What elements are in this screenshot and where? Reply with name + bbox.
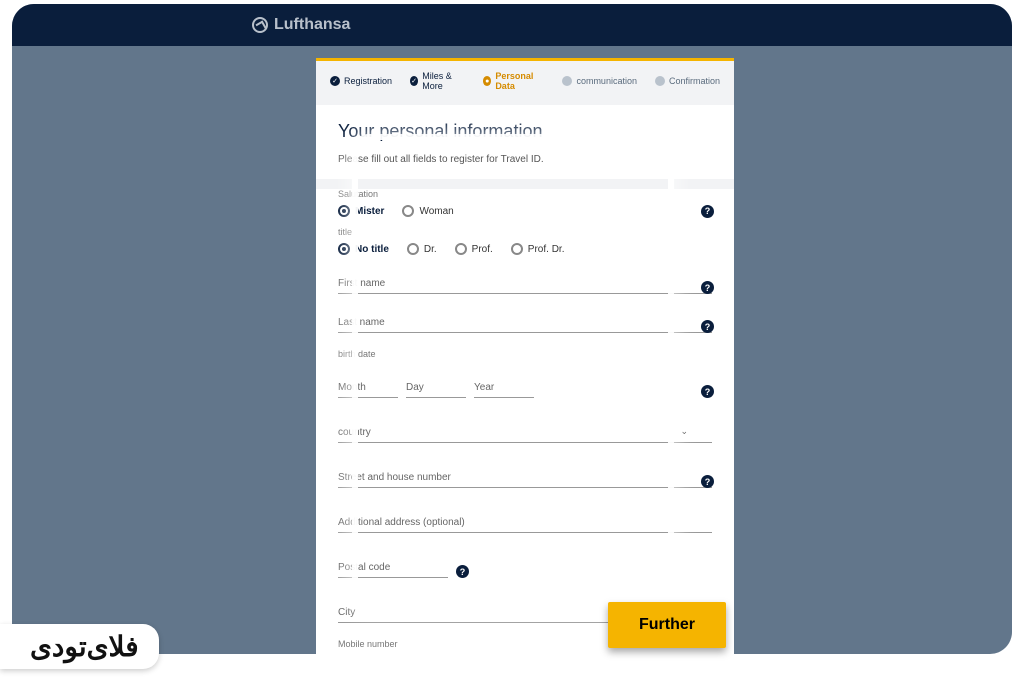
check-icon: ✓ <box>330 76 340 86</box>
dot-icon <box>655 76 665 86</box>
birth-date-label: birth date <box>338 349 712 359</box>
radio-icon <box>407 243 419 255</box>
salutation-radios: Mister Woman ? <box>338 205 712 217</box>
check-icon: ✓ <box>410 76 418 86</box>
month-input[interactable] <box>338 378 398 398</box>
step-communication: communication <box>562 71 637 91</box>
step-miles[interactable]: ✓Miles & More <box>410 71 465 91</box>
radio-icon <box>455 243 467 255</box>
day-input[interactable] <box>406 378 466 398</box>
help-icon[interactable]: ? <box>701 205 714 218</box>
radio-icon <box>338 205 350 217</box>
radio-prof[interactable]: Prof. <box>455 243 493 255</box>
stepper: ✓Registration ✓Miles & More ●Personal Da… <box>316 61 734 99</box>
step-registration[interactable]: ✓Registration <box>330 71 392 91</box>
salutation-label: Salutation <box>338 189 712 199</box>
help-icon[interactable]: ? <box>456 565 469 578</box>
form-area: Salutation Mister Woman ? title No title… <box>316 189 734 654</box>
chevron-down-icon: ⌄ <box>680 426 688 437</box>
street-input[interactable] <box>338 468 712 488</box>
radio-mister[interactable]: Mister <box>338 205 384 217</box>
further-button[interactable]: Further <box>608 602 726 648</box>
dot-icon <box>562 76 572 86</box>
brand-logo-icon <box>252 17 268 33</box>
radio-no-title[interactable]: No title <box>338 243 389 255</box>
radio-icon <box>511 243 523 255</box>
addr2-input[interactable] <box>338 513 712 533</box>
title-radios: No title Dr. Prof. Prof. Dr. <box>338 243 712 255</box>
country-select[interactable] <box>338 423 712 443</box>
brand: Lufthansa <box>252 16 350 34</box>
radio-icon <box>338 243 350 255</box>
radio-prof-dr[interactable]: Prof. Dr. <box>511 243 565 255</box>
radio-icon <box>402 205 414 217</box>
first-name-input[interactable] <box>338 274 712 294</box>
help-icon[interactable]: ? <box>701 385 714 398</box>
help-icon[interactable]: ? <box>701 281 714 294</box>
form-panel: ✓Registration ✓Miles & More ●Personal Da… <box>316 58 734 654</box>
radio-dr[interactable]: Dr. <box>407 243 437 255</box>
page-title: Your personal information <box>316 105 734 148</box>
title-label: title <box>338 227 712 237</box>
page-subtitle: Please fill out all fields to register f… <box>316 148 734 179</box>
step-personal-data[interactable]: ●Personal Data <box>483 71 544 91</box>
step-confirmation: Confirmation <box>655 71 720 91</box>
dot-icon: ● <box>483 76 491 86</box>
help-icon[interactable]: ? <box>701 320 714 333</box>
watermark-badge: فلای‌تودی <box>0 624 159 669</box>
year-input[interactable] <box>474 378 534 398</box>
radio-woman[interactable]: Woman <box>402 205 453 217</box>
help-icon[interactable]: ? <box>701 475 714 488</box>
last-name-input[interactable] <box>338 313 712 333</box>
brand-name: Lufthansa <box>274 16 350 34</box>
postal-input[interactable] <box>338 558 448 578</box>
topbar: Lufthansa <box>12 4 1012 46</box>
app-card: Lufthansa ✓Registration ✓Miles & More ●P… <box>12 4 1012 654</box>
